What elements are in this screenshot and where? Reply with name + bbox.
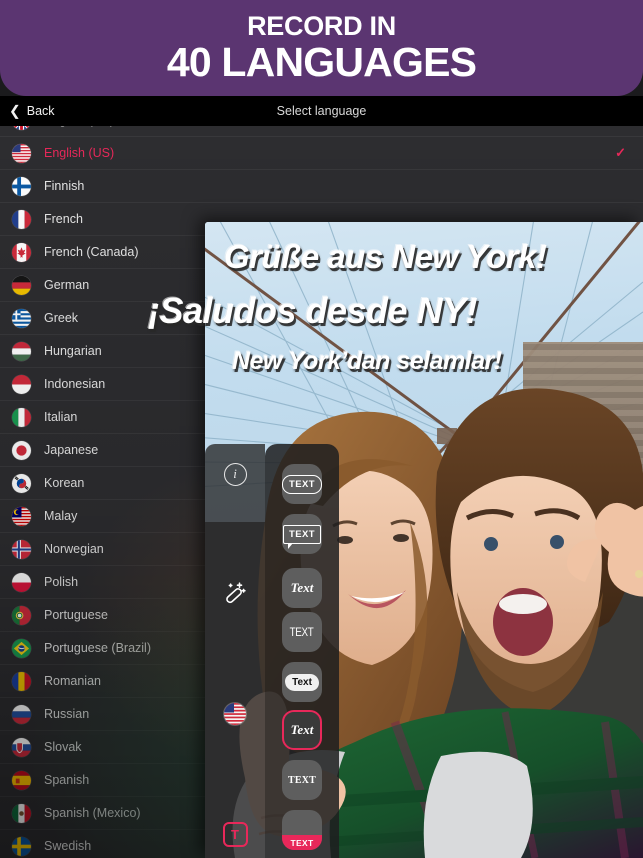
promo-banner: RECORD IN 40 LANGUAGES bbox=[0, 0, 643, 96]
language-label: German bbox=[44, 278, 90, 292]
style-condensed-caps[interactable]: TEXT bbox=[282, 612, 322, 652]
se-flag-icon bbox=[12, 836, 31, 856]
style-label: Text bbox=[290, 722, 314, 737]
jp-flag-icon bbox=[12, 440, 31, 460]
language-flag-button[interactable] bbox=[219, 698, 251, 730]
language-label: Romanian bbox=[44, 674, 101, 688]
language-label: Swedish bbox=[44, 839, 92, 853]
ro-flag-icon bbox=[12, 671, 31, 691]
language-label: Finnish bbox=[44, 179, 85, 193]
fi-flag-icon bbox=[12, 176, 31, 196]
style-label: Text bbox=[290, 580, 314, 595]
kr-flag-icon bbox=[12, 473, 31, 493]
info-icon: i bbox=[223, 462, 247, 486]
style-label: TEXT bbox=[287, 774, 317, 786]
promo-line-1: RECORD IN bbox=[247, 10, 396, 41]
style-label: TEXT bbox=[282, 474, 322, 494]
language-label: Norwegian bbox=[44, 542, 104, 556]
language-label: Polish bbox=[44, 575, 79, 589]
language-label: Italian bbox=[44, 410, 78, 424]
language-label: English (US) bbox=[44, 146, 115, 160]
pt-flag-icon bbox=[12, 605, 31, 625]
language-row-us[interactable]: English (US) ✓ bbox=[0, 137, 643, 170]
language-row-fi[interactable]: Finnish bbox=[0, 170, 643, 203]
nav-bar: Select language ❮ Back bbox=[0, 96, 643, 126]
ru-flag-icon bbox=[12, 704, 31, 724]
text-style-toolbar[interactable]: TEXT TEXT Text TEXT Text Text TEXT TEXT bbox=[265, 444, 339, 858]
language-label: Portuguese (Brazil) bbox=[44, 641, 151, 655]
language-label: Malay bbox=[44, 509, 78, 523]
mx-flag-icon bbox=[12, 803, 31, 823]
selected-check-icon: ✓ bbox=[615, 145, 626, 160]
language-label: Korean bbox=[44, 476, 85, 490]
magic-wand-button[interactable] bbox=[219, 576, 251, 608]
style-label: TEXT bbox=[290, 837, 314, 848]
page-title: Select language bbox=[276, 104, 367, 118]
style-label: Text bbox=[285, 673, 319, 691]
style-white-blob[interactable]: Text bbox=[282, 662, 322, 702]
language-label: Spanish bbox=[44, 773, 90, 787]
hu-flag-icon bbox=[12, 341, 31, 361]
style-script-italic[interactable]: Text bbox=[282, 568, 322, 608]
fr-flag-icon bbox=[12, 209, 31, 229]
language-label: Indonesian bbox=[44, 377, 106, 391]
language-label: Greek bbox=[44, 311, 79, 325]
pink-band: TEXT bbox=[282, 835, 322, 850]
style-outline-rounded[interactable]: TEXT bbox=[282, 464, 322, 504]
es-flag-icon bbox=[12, 770, 31, 790]
overlay-text-line-1[interactable]: Grüße aus New York! bbox=[224, 238, 547, 276]
back-button-label: Back bbox=[26, 104, 55, 118]
promo-line-2: 40 LANGUAGES bbox=[166, 39, 477, 86]
style-serif-caps[interactable]: TEXT bbox=[282, 760, 322, 800]
style-label: TEXT bbox=[290, 625, 314, 639]
style-label: TEXT bbox=[283, 524, 321, 549]
info-button[interactable]: i bbox=[219, 458, 251, 490]
style-pink-band[interactable]: TEXT bbox=[282, 810, 322, 850]
language-label: French (Canada) bbox=[44, 245, 139, 259]
my-flag-icon bbox=[12, 506, 31, 526]
overlay-text-line-2[interactable]: ¡Saludos desde NY! bbox=[148, 290, 478, 332]
style-speech-bubble[interactable]: TEXT bbox=[282, 514, 322, 554]
us-flag-icon bbox=[224, 703, 246, 725]
gr-flag-icon bbox=[12, 308, 31, 328]
id-flag-icon bbox=[12, 374, 31, 394]
language-label: Japanese bbox=[44, 443, 99, 457]
language-label: Hungarian bbox=[44, 344, 102, 358]
language-label: Slovak bbox=[44, 740, 82, 754]
sk-flag-icon bbox=[12, 737, 31, 757]
app-root: English (UK)English (US)✓FinnishFrenchFr… bbox=[0, 0, 643, 858]
language-label: Spanish (Mexico) bbox=[44, 806, 141, 820]
style-script-selected[interactable]: Text bbox=[282, 710, 322, 750]
br-flag-icon bbox=[12, 638, 31, 658]
back-button[interactable]: ❮ Back bbox=[9, 96, 55, 126]
language-label: French bbox=[44, 212, 83, 226]
text-tool-button[interactable]: T bbox=[219, 818, 251, 850]
overlay-text-line-3[interactable]: New York’dan selamlar! bbox=[232, 347, 502, 376]
it-flag-icon bbox=[12, 407, 31, 427]
pl-flag-icon bbox=[12, 572, 31, 592]
magic-wand-icon bbox=[222, 579, 248, 605]
text-tool-icon: T bbox=[222, 821, 248, 847]
ca-flag-icon bbox=[12, 242, 31, 262]
language-label: Russian bbox=[44, 707, 90, 721]
us-flag-icon bbox=[12, 143, 31, 163]
chevron-left-icon: ❮ bbox=[9, 102, 21, 119]
editor-left-toolbar: i T bbox=[205, 444, 265, 858]
no-flag-icon bbox=[12, 539, 31, 559]
de-flag-icon bbox=[12, 275, 31, 295]
language-label: Portuguese bbox=[44, 608, 108, 622]
